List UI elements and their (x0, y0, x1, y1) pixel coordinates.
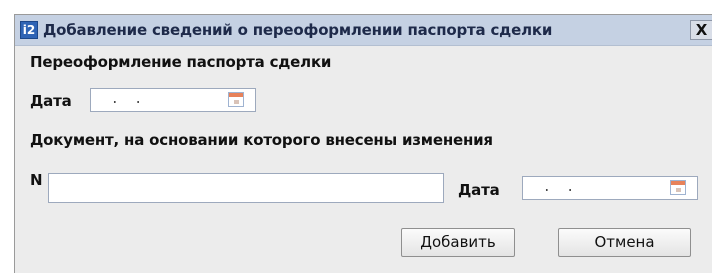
dialog-title: Добавление сведений о переоформлении пас… (43, 21, 553, 39)
document-date-value: . . (535, 180, 575, 195)
document-date-label: Дата (458, 181, 500, 199)
calendar-icon[interactable] (670, 180, 686, 195)
dialog-window: i2 Добавление сведений о переоформлении … (14, 14, 712, 273)
cancel-button[interactable]: Отмена (558, 228, 691, 257)
section-heading-document: Документ, на основании которого внесены … (30, 131, 493, 149)
add-button[interactable]: Добавить (401, 228, 515, 257)
date-field-value: . . (103, 92, 143, 107)
calendar-icon[interactable] (228, 92, 244, 107)
date-field[interactable]: . . (90, 88, 256, 112)
close-button[interactable]: X (690, 20, 712, 40)
document-number-input[interactable] (48, 173, 444, 203)
section-heading-reissue: Переоформление паспорта сделки (30, 53, 332, 71)
number-label: N (30, 171, 43, 189)
date-label: Дата (30, 92, 72, 110)
document-date-field[interactable]: . . (522, 176, 698, 200)
app-logo-icon: i2 (20, 21, 38, 39)
close-icon: X (695, 21, 708, 39)
title-bar[interactable]: i2 Добавление сведений о переоформлении … (15, 15, 712, 46)
